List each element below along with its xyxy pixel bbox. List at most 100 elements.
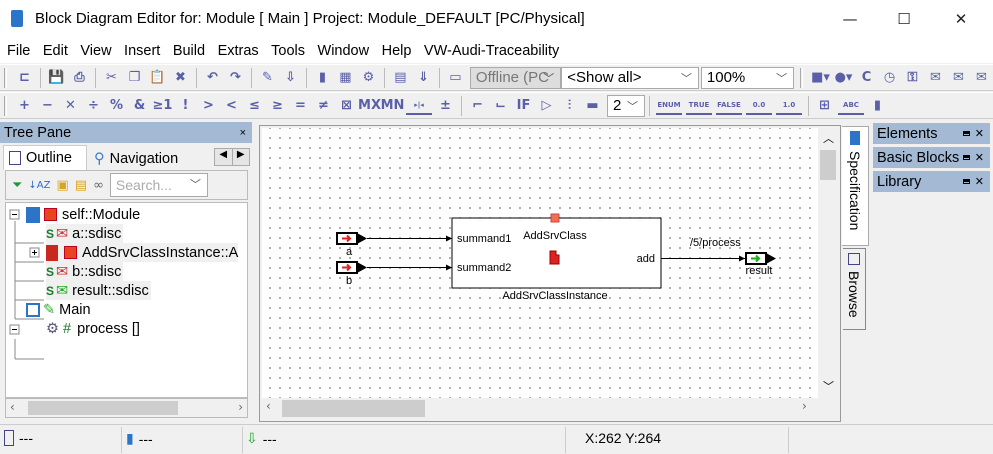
- or-icon[interactable]: ≥1: [153, 96, 173, 115]
- save-icon[interactable]: 💾: [47, 68, 66, 87]
- add-block-icon[interactable]: ▦: [336, 68, 355, 87]
- true-icon[interactable]: TRUE: [686, 96, 712, 115]
- tree-item-b[interactable]: S ✉ b::sdisc: [46, 262, 124, 281]
- hierarchy-icon[interactable]: ⊞: [815, 96, 834, 115]
- library-panel-header[interactable]: Library ✕: [873, 171, 990, 192]
- filter-select[interactable]: <Show all> ﹀: [561, 66, 699, 89]
- greater-equal-icon[interactable]: ≥: [268, 96, 287, 115]
- tab-outline[interactable]: Outline: [3, 145, 87, 170]
- scroll-left-icon[interactable]: ‹: [10, 400, 15, 414]
- tree-item-process[interactable]: ⚙ # process []: [46, 319, 140, 338]
- close-icon[interactable]: ✕: [975, 151, 984, 164]
- menu-view[interactable]: View: [80, 43, 111, 59]
- not-icon[interactable]: !: [176, 96, 195, 115]
- menu-vw-audi-traceability[interactable]: VW-Audi-Traceability: [424, 43, 559, 59]
- book-icon[interactable]: ▮: [868, 96, 887, 115]
- tree-item-module[interactable]: self::Module: [26, 205, 140, 224]
- not-equal-icon[interactable]: ≠: [314, 96, 333, 115]
- delete-icon[interactable]: ✖: [171, 68, 190, 87]
- tab-specification[interactable]: Specification: [842, 126, 869, 246]
- multiplexer-icon[interactable]: ⊠: [337, 96, 356, 115]
- menu-build[interactable]: Build: [173, 43, 205, 59]
- min-icon[interactable]: MN: [381, 96, 405, 115]
- connector-icon[interactable]: ⌐: [468, 96, 487, 115]
- add-key-icon[interactable]: ⚿: [903, 68, 922, 87]
- equal-icon[interactable]: =: [291, 96, 310, 115]
- switch-icon[interactable]: ▷: [537, 96, 556, 115]
- add-message-icon[interactable]: ✉: [949, 68, 968, 87]
- plus-icon[interactable]: +: [15, 96, 34, 115]
- false-icon[interactable]: FALSE: [716, 96, 742, 115]
- menu-insert[interactable]: Insert: [124, 43, 160, 59]
- count-select[interactable]: 2 ﹀: [607, 94, 645, 117]
- add-class-icon[interactable]: ▮: [313, 68, 332, 87]
- split-icon[interactable]: ▸|◂: [406, 96, 432, 115]
- modulo-icon[interactable]: %: [107, 96, 126, 115]
- one-icon[interactable]: 1.0: [776, 96, 802, 115]
- print-icon[interactable]: ⎙: [70, 68, 89, 87]
- scroll-right-icon[interactable]: ›: [238, 400, 243, 414]
- close-button[interactable]: ✕: [933, 0, 989, 38]
- download-properties-icon[interactable]: ⇩: [281, 68, 300, 87]
- menu-extras[interactable]: Extras: [218, 43, 259, 59]
- scrollbar-thumb[interactable]: [820, 150, 836, 180]
- canvas-horizontal-scrollbar[interactable]: ‹ ›: [262, 398, 818, 418]
- tree-item-main[interactable]: ✎ Main: [26, 300, 91, 319]
- redo-icon[interactable]: ↷: [226, 68, 245, 87]
- add-timer-icon[interactable]: ◷: [880, 68, 899, 87]
- less-equal-icon[interactable]: ≤: [245, 96, 264, 115]
- scroll-right-button[interactable]: ▶: [231, 149, 250, 165]
- zoom-select[interactable]: 100% ﹀: [700, 66, 795, 89]
- close-icon[interactable]: ✕: [975, 175, 984, 188]
- basic-blocks-panel-header[interactable]: Basic Blocks ✕: [873, 147, 990, 168]
- menu-help[interactable]: Help: [382, 43, 412, 59]
- cut-icon[interactable]: ✂: [102, 68, 121, 87]
- tab-navigation[interactable]: ⚲ Navigation: [90, 148, 196, 170]
- add-outport-icon[interactable]: ✉: [972, 68, 991, 87]
- if-icon[interactable]: IF: [514, 96, 533, 115]
- minus-icon[interactable]: −: [38, 96, 57, 115]
- copy-icon[interactable]: ❐: [125, 68, 144, 87]
- multiply-icon[interactable]: ✕: [61, 96, 80, 115]
- scrollbar-thumb[interactable]: [282, 400, 425, 417]
- filter-icon[interactable]: ⏷: [12, 178, 22, 193]
- minimize-button[interactable]: —: [822, 0, 878, 38]
- scrollbar-thumb[interactable]: [28, 401, 178, 415]
- zero-icon[interactable]: 0.0: [746, 96, 772, 115]
- menu-file[interactable]: File: [7, 43, 30, 59]
- open-spec-icon[interactable]: ▤: [391, 68, 410, 87]
- bus-icon[interactable]: ⫶: [560, 96, 579, 115]
- edit-properties-icon[interactable]: ✎: [258, 68, 277, 87]
- connect-icon[interactable]: ⊏: [15, 68, 34, 87]
- and-icon[interactable]: &: [130, 96, 149, 115]
- expand-all-icon[interactable]: ▣: [56, 178, 68, 193]
- scroll-up-icon[interactable]: ︿: [823, 130, 834, 146]
- divide-icon[interactable]: ÷: [84, 96, 103, 115]
- canvas-vertical-scrollbar[interactable]: ︿ ﹀: [818, 128, 838, 398]
- close-icon[interactable]: ×: [240, 127, 246, 139]
- tree-item-instance[interactable]: AddSrvClassInstance::A: [46, 243, 239, 262]
- sort-az-icon[interactable]: ↓AZ: [28, 180, 50, 191]
- max-icon[interactable]: MX: [358, 96, 381, 115]
- terminal-icon[interactable]: ▬: [583, 96, 602, 115]
- import-spec-icon[interactable]: ⇓: [414, 68, 433, 87]
- toolbar-grip[interactable]: [800, 67, 803, 88]
- toolbar-grip[interactable]: [4, 67, 7, 88]
- tree-horizontal-scrollbar[interactable]: ‹ ›: [5, 398, 248, 418]
- menu-window[interactable]: Window: [318, 43, 370, 59]
- scroll-left-icon[interactable]: ‹: [266, 399, 271, 413]
- toolbar-grip[interactable]: [4, 95, 7, 116]
- restore-icon[interactable]: [963, 155, 970, 160]
- binoculars-icon[interactable]: ∞: [93, 178, 104, 193]
- menu-edit[interactable]: Edit: [43, 43, 68, 59]
- menu-tools[interactable]: Tools: [271, 43, 305, 59]
- restore-icon[interactable]: [963, 131, 970, 136]
- tree-item-a[interactable]: S ✉ a::sdisc: [46, 224, 124, 243]
- tab-browse[interactable]: Browse: [843, 248, 866, 330]
- connector-2-icon[interactable]: ⌙: [491, 96, 510, 115]
- search-input[interactable]: Search... ﹀: [109, 173, 208, 197]
- add-constant-icon[interactable]: C: [857, 68, 876, 87]
- undo-icon[interactable]: ↶: [203, 68, 222, 87]
- offline-icon[interactable]: ▭: [446, 68, 465, 87]
- close-icon[interactable]: ✕: [975, 127, 984, 140]
